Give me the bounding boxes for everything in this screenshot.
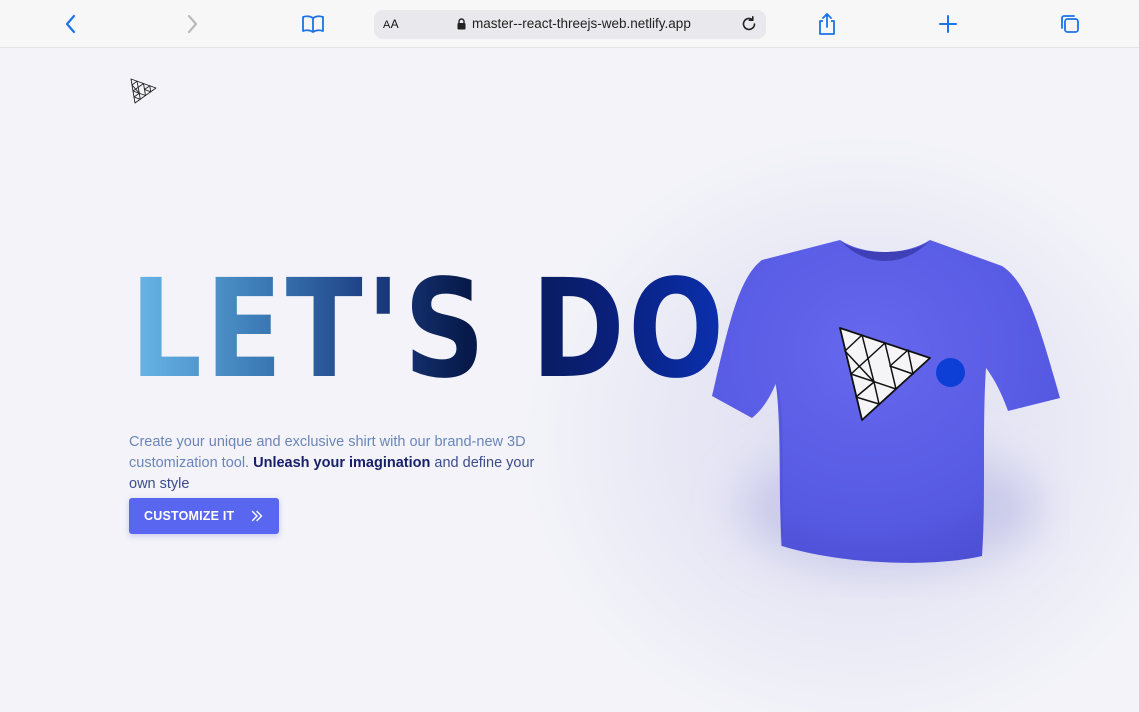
chevron-right-icon: [187, 14, 198, 34]
lock-icon: [457, 18, 466, 30]
chevron-left-icon: [65, 14, 76, 34]
threejs-logo[interactable]: [128, 76, 158, 106]
reader-label-small: A: [383, 19, 391, 31]
plus-icon: [939, 15, 957, 33]
bookmarks-button[interactable]: [299, 10, 327, 38]
browser-toolbar: AA master--react-threejs-web.netlify.app: [0, 0, 1139, 48]
tabs-icon: [1061, 15, 1079, 33]
url-text: master--react-threejs-web.netlify.app: [472, 16, 691, 31]
intro-text-emphasis: Unleash your imagination: [253, 454, 431, 471]
new-tab-button[interactable]: [934, 10, 962, 38]
share-icon: [819, 13, 835, 35]
hero-intro-text: Create your unique and exclusive shirt w…: [129, 432, 539, 495]
share-button[interactable]: [813, 10, 841, 38]
back-button[interactable]: [57, 10, 85, 38]
address-bar[interactable]: AA master--react-threejs-web.netlify.app: [374, 10, 766, 39]
reload-icon: [742, 16, 756, 31]
headline-period-dot: [936, 358, 965, 387]
tshirt-3d-model[interactable]: [690, 178, 1070, 598]
open-book-icon: [302, 15, 324, 33]
forward-button[interactable]: [178, 10, 206, 38]
reader-mode-button[interactable]: AA: [383, 17, 399, 31]
page-content: LET'S DO IT Create your unique and exclu…: [0, 48, 1139, 712]
double-chevron-right-icon: [251, 510, 263, 522]
customize-it-button[interactable]: CUSTOMIZE IT: [129, 498, 279, 534]
customize-it-label: CUSTOMIZE IT: [144, 509, 235, 523]
reload-button[interactable]: [740, 15, 758, 38]
reader-label-big: A: [390, 17, 399, 31]
tabs-button[interactable]: [1056, 10, 1084, 38]
